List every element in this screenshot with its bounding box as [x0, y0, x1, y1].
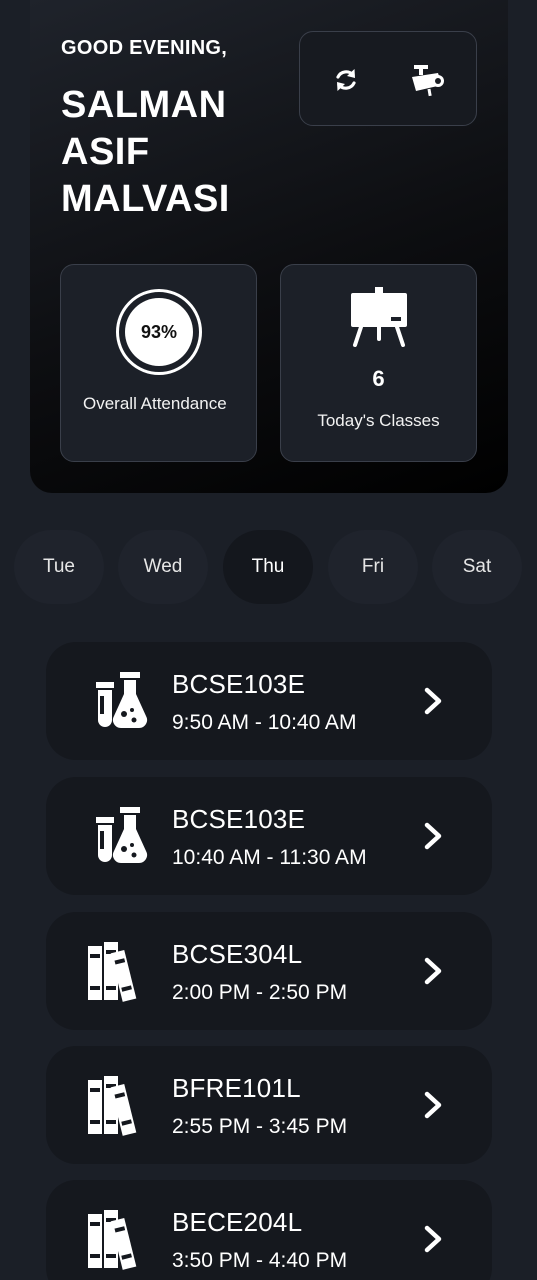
books-icon	[88, 1210, 137, 1270]
day-tab-wed[interactable]: Wed	[118, 530, 208, 604]
books-icon	[88, 1076, 137, 1136]
day-tab-sat[interactable]: Sat	[432, 530, 522, 604]
class-time: 3:50 PM - 4:40 PM	[172, 1249, 348, 1272]
app-screen: GOOD EVENING, SALMAN ASIF MALVASI 93% Ov…	[0, 0, 537, 1280]
header-actions	[299, 31, 477, 126]
chevron-right-icon	[424, 822, 442, 850]
projector-icon	[412, 65, 444, 97]
day-tab-thu[interactable]: Thu	[223, 530, 313, 604]
chevron-right-icon	[424, 687, 442, 715]
day-selector: Tue Wed Thu Fri Sat	[0, 530, 537, 604]
user-name: SALMAN ASIF MALVASI	[61, 84, 230, 220]
books-icon	[88, 942, 137, 1002]
lab-flask-icon	[96, 807, 148, 864]
attendance-card[interactable]: 93% Overall Attendance	[60, 264, 257, 462]
class-card[interactable]: BCSE103E 10:40 AM - 11:30 AM	[46, 777, 492, 895]
class-time: 2:55 PM - 3:45 PM	[172, 1115, 348, 1138]
class-code: BCSE103E	[172, 669, 306, 699]
class-code: BFRE101L	[172, 1073, 301, 1103]
day-tab-fri[interactable]: Fri	[328, 530, 418, 604]
class-code: BCSE304L	[172, 939, 303, 969]
class-code: BECE204L	[172, 1207, 303, 1237]
class-card[interactable]: BECE204L 3:50 PM - 4:40 PM	[46, 1180, 492, 1280]
refresh-button[interactable]	[324, 58, 368, 102]
classes-count: 6	[372, 366, 385, 391]
class-time: 9:50 AM - 10:40 AM	[172, 711, 357, 734]
header-card: GOOD EVENING, SALMAN ASIF MALVASI 93% Ov…	[30, 0, 508, 493]
todays-classes-card[interactable]: 6 Today's Classes	[280, 264, 477, 462]
attendance-label: Overall Attendance	[83, 394, 227, 413]
refresh-icon	[336, 69, 356, 91]
greeting-text: GOOD EVENING,	[61, 37, 228, 59]
class-card[interactable]: BCSE304L 2:00 PM - 2:50 PM	[46, 912, 492, 1030]
class-card[interactable]: BFRE101L 2:55 PM - 3:45 PM	[46, 1046, 492, 1164]
attendance-ring: 93%	[116, 289, 202, 375]
class-time: 2:00 PM - 2:50 PM	[172, 981, 348, 1004]
class-code: BCSE103E	[172, 804, 306, 834]
chevron-right-icon	[424, 1225, 442, 1253]
lab-flask-icon	[96, 672, 148, 729]
class-time: 10:40 AM - 11:30 AM	[172, 846, 367, 869]
attendance-percent: 93%	[125, 298, 193, 366]
chevron-right-icon	[424, 957, 442, 985]
chevron-right-icon	[424, 1091, 442, 1119]
blackboard-icon	[351, 287, 407, 347]
class-card[interactable]: BCSE103E 9:50 AM - 10:40 AM	[46, 642, 492, 760]
projector-button[interactable]	[406, 58, 450, 102]
day-tab-tue[interactable]: Tue	[14, 530, 104, 604]
classes-label: Today's Classes	[317, 411, 440, 430]
